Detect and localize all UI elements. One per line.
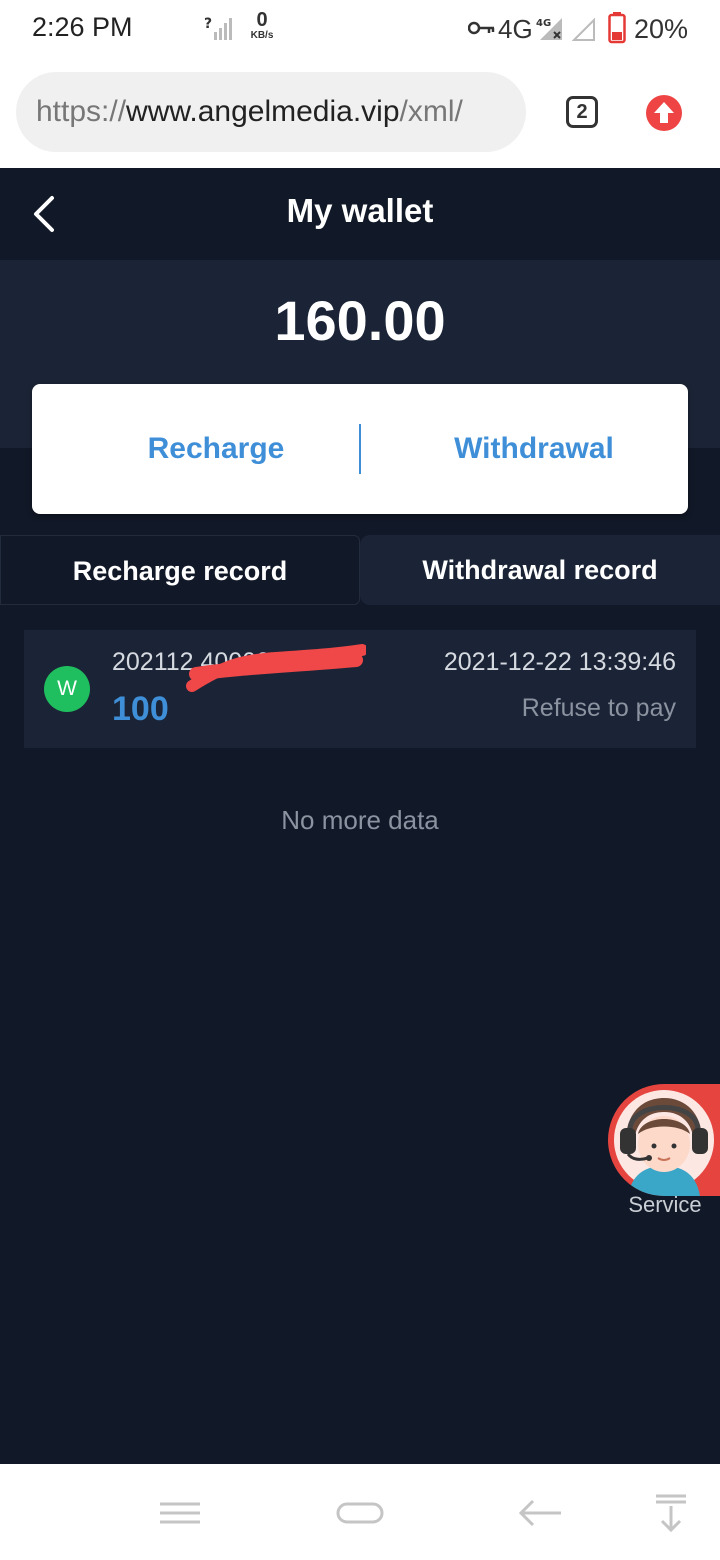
url-host: www.angelmedia.vip bbox=[126, 95, 400, 128]
url-protocol: https:// bbox=[36, 95, 127, 128]
tab-recharge-record[interactable]: Recharge record bbox=[0, 535, 360, 605]
service-label[interactable]: Service bbox=[610, 1192, 720, 1218]
home-icon[interactable] bbox=[335, 1488, 385, 1538]
recharge-button[interactable]: Recharge bbox=[52, 384, 380, 514]
wallet-actions-card: Recharge Withdrawal bbox=[32, 384, 688, 514]
record-time: 2021-12-22 13:39:46 bbox=[443, 648, 676, 676]
menu-icon[interactable] bbox=[155, 1488, 205, 1538]
signal-icon bbox=[572, 18, 595, 41]
battery-percent: 20% bbox=[634, 14, 689, 44]
4g-signal-icon: 4G bbox=[536, 18, 562, 40]
network-type: 4G bbox=[498, 14, 533, 44]
svg-text:4G: 4G bbox=[536, 18, 551, 29]
list-end-message: No more data bbox=[281, 805, 439, 835]
vpn-key-icon bbox=[468, 21, 495, 35]
browser-toolbar: https://www.angelmedia.vip/xml/ 2 bbox=[0, 60, 720, 168]
signal-question-icon: ? bbox=[204, 16, 232, 40]
record-amount: 100 bbox=[112, 690, 169, 728]
status-time: 2:26 PM bbox=[32, 12, 133, 42]
record-status: Refuse to pay bbox=[521, 694, 676, 722]
withdrawal-button[interactable]: Withdrawal bbox=[360, 384, 708, 514]
system-nav-bar bbox=[0, 1464, 720, 1560]
customer-service-avatar-icon[interactable] bbox=[608, 1084, 720, 1196]
redaction-scribble-icon bbox=[186, 644, 366, 692]
tab-withdrawal-record[interactable]: Withdrawal record bbox=[360, 535, 720, 605]
battery-low-icon bbox=[608, 12, 626, 44]
svg-text:?: ? bbox=[204, 16, 212, 32]
notification-pull-icon[interactable] bbox=[646, 1488, 696, 1538]
status-bar: 2:26 PM ? 0 KB/s 4G 4G 20% bbox=[0, 0, 720, 60]
page-title: My wallet bbox=[286, 192, 434, 229]
tab-switcher-button[interactable]: 2 bbox=[566, 96, 598, 128]
back-arrow-icon[interactable] bbox=[515, 1488, 565, 1538]
update-arrow-icon[interactable] bbox=[645, 94, 683, 132]
withdrawal-type-icon: W bbox=[44, 666, 90, 712]
url-bar[interactable]: https://www.angelmedia.vip/xml/ bbox=[16, 72, 526, 152]
net-speed: 0 KB/s bbox=[250, 9, 274, 41]
app-header: My wallet bbox=[0, 168, 720, 260]
url-path: /xml/ bbox=[399, 95, 463, 128]
list-item[interactable]: W 202112 400003... 100 2021-12-22 13:39:… bbox=[24, 630, 696, 748]
wallet-balance: 160.00 bbox=[274, 289, 446, 352]
